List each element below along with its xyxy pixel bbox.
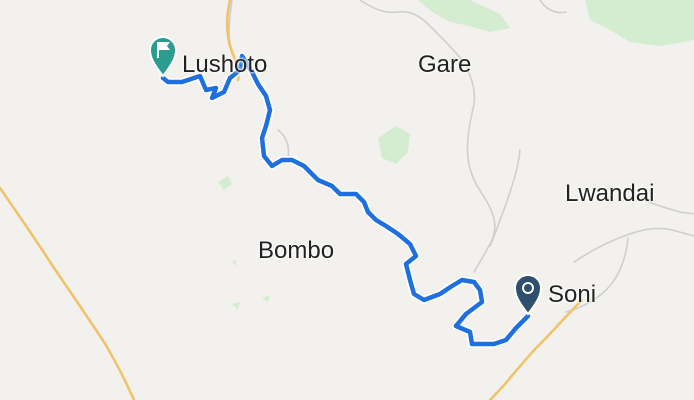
green-area (378, 126, 410, 164)
map-pin-icon[interactable] (513, 274, 543, 316)
minor-road (573, 227, 694, 263)
minor-road (539, 0, 567, 14)
place-label-gare: Gare (418, 51, 472, 78)
place-label-soni: Soni (548, 281, 597, 308)
minor-road (359, 0, 496, 273)
place-label-lwandai: Lwandai (565, 180, 655, 207)
minor-road (277, 129, 290, 159)
major-road (0, 186, 136, 400)
place-label-bombo: Bombo (258, 237, 335, 264)
route-outline (159, 52, 532, 348)
place-label-lushoto: Lushoto (182, 51, 268, 78)
map-canvas[interactable]: Lushoto Gare Lwandai Bombo Soni (0, 0, 694, 400)
green-area (262, 295, 270, 302)
green-area (218, 176, 232, 190)
flag-pin-icon[interactable] (148, 36, 178, 78)
green-area (232, 260, 236, 266)
major-road (488, 298, 584, 400)
green-area (232, 302, 240, 310)
